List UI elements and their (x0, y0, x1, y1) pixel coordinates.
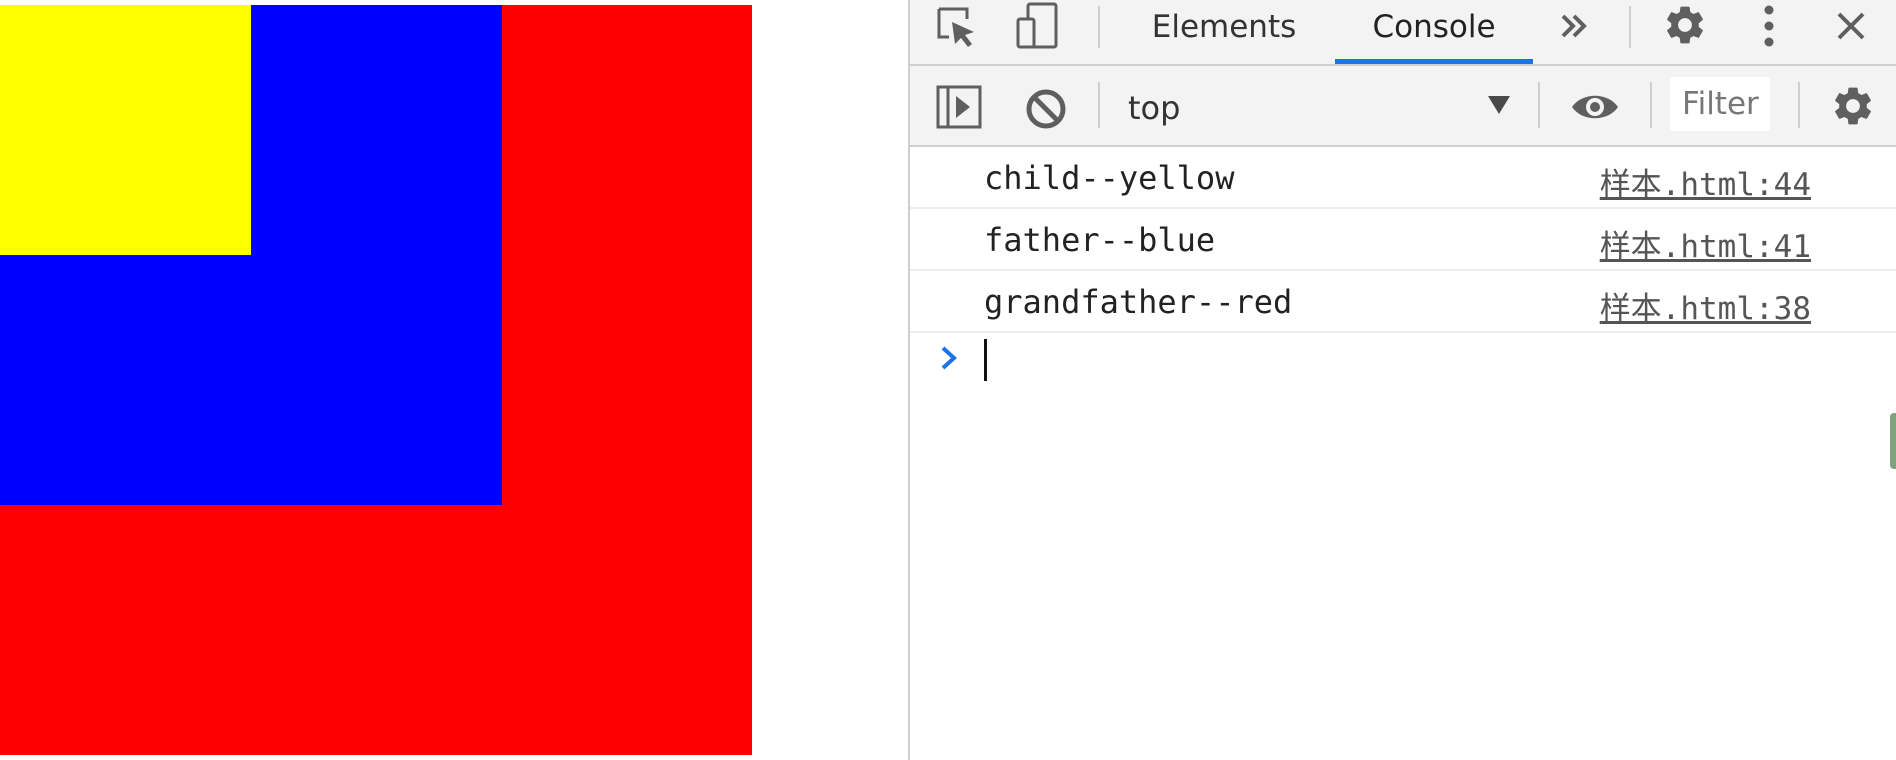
context-selector[interactable]: top (1128, 86, 1180, 130)
tabbar-separator (1629, 6, 1631, 48)
child-box[interactable] (0, 5, 251, 255)
console-message-source-link[interactable]: 样本.html:38 (1600, 283, 1811, 328)
toolbar-separator (1098, 82, 1100, 128)
grandfather-box[interactable] (0, 5, 752, 755)
console-message-source-link[interactable]: 样本.html:41 (1600, 221, 1811, 266)
close-icon[interactable] (1835, 10, 1867, 42)
toolbar-separator (1798, 82, 1800, 128)
console-input-caret[interactable] (984, 339, 987, 381)
kebab-menu-icon[interactable] (1763, 5, 1775, 47)
father-box[interactable] (0, 5, 502, 505)
console-message-source-link[interactable]: 样本.html:44 (1600, 159, 1811, 204)
console-message-text: father--blue (984, 221, 1216, 259)
sidebar-toggle-icon[interactable] (936, 85, 982, 129)
console-prompt-chevron-icon (941, 346, 957, 370)
console-message-text: grandfather--red (984, 283, 1293, 321)
toolbar-separator (1650, 82, 1652, 128)
page-viewport (0, 0, 908, 760)
inspect-element-icon[interactable] (936, 6, 980, 50)
tabbar-separator (1098, 6, 1100, 48)
tab-console[interactable]: Console (1335, 0, 1533, 64)
gear-icon[interactable] (1662, 2, 1708, 48)
console-message: child--yellow 样本.html:44 (910, 147, 1896, 209)
console-settings-gear-icon[interactable] (1830, 83, 1876, 129)
console-output[interactable]: child--yellow 样本.html:44 father--blue 样本… (910, 147, 1896, 760)
context-dropdown-arrow-icon[interactable] (1488, 96, 1510, 114)
eye-icon[interactable] (1570, 90, 1620, 124)
toolbar-separator (1538, 82, 1540, 128)
console-message-text: child--yellow (984, 159, 1235, 197)
tab-elements[interactable]: Elements (1142, 0, 1306, 64)
chevron-double-right-icon[interactable] (1559, 11, 1589, 41)
device-toolbar-icon[interactable] (1016, 2, 1060, 50)
devtools-panel: Elements Console top Filter child--yello… (910, 0, 1896, 760)
active-tab-indicator (1335, 59, 1533, 64)
filter-input[interactable] (1670, 77, 1770, 131)
console-message: father--blue 样本.html:41 (910, 209, 1896, 271)
console-message: grandfather--red 样本.html:38 (910, 271, 1896, 333)
drawer-resize-handle[interactable] (1890, 413, 1896, 469)
clear-console-icon[interactable] (1025, 88, 1067, 130)
devtools-tabbar: Elements Console (910, 0, 1896, 66)
